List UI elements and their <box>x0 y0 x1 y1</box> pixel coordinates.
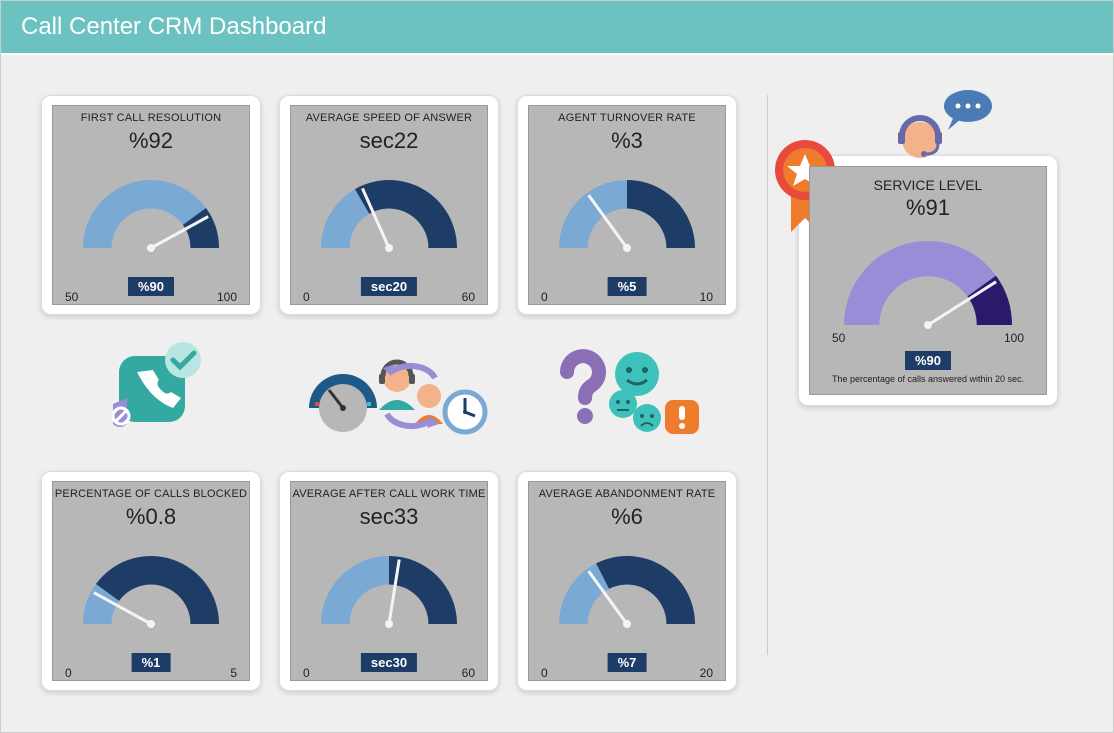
gauge-title: PERCENTAGE OF CALLS BLOCKED <box>53 488 249 500</box>
feature-gauge-arc <box>823 221 1033 331</box>
feature-title: SERVICE LEVEL <box>814 177 1042 193</box>
gauge-title: AGENT TURNOVER RATE <box>529 112 725 124</box>
gauge-arc <box>542 154 712 254</box>
gauge-max: 20 <box>700 666 713 680</box>
gauge-value: %0.8 <box>53 504 249 530</box>
gauge-arc <box>542 530 712 630</box>
feature-value: %91 <box>814 195 1042 221</box>
question-faces-alert-icon <box>517 333 737 453</box>
gauge-arc <box>66 530 236 630</box>
gauge-value: %92 <box>53 128 249 154</box>
gauge-card-abandonment-rate: AVERAGE ABANDONMENT RATE %6 0 20 %7 <box>517 471 737 691</box>
gauge-max: 5 <box>230 666 237 680</box>
gauge-min: 0 <box>303 290 310 304</box>
gauge-arc <box>304 530 474 630</box>
gauge-card-first-call-resolution: FIRST CALL RESOLUTION %92 50 100 %90 <box>41 95 261 315</box>
gauge-card-avg-speed-answer: AVERAGE SPEED OF ANSWER sec22 0 60 sec20 <box>279 95 499 315</box>
feature-card-service-level: SERVICE LEVEL %91 50 100 %90 The percent… <box>798 155 1058 406</box>
gauge-target: sec30 <box>361 653 417 672</box>
gauge-min: 0 <box>65 666 72 680</box>
gauge-min: 0 <box>541 666 548 680</box>
gauge-target: %7 <box>608 653 647 672</box>
page-title: Call Center CRM Dashboard <box>1 1 1113 53</box>
gauge-min: 0 <box>303 666 310 680</box>
phone-check-shield-icon <box>41 333 261 453</box>
gauge-max: 10 <box>700 290 713 304</box>
gauge-max: 60 <box>462 290 475 304</box>
feature-note: The percentage of calls answered within … <box>814 374 1042 384</box>
gauge-title: AVERAGE SPEED OF ANSWER <box>291 112 487 124</box>
gauge-target: %5 <box>608 277 647 296</box>
gauge-arc <box>66 154 236 254</box>
gauge-min: 0 <box>541 290 548 304</box>
agent-clock-gauge-icon <box>279 333 499 453</box>
gauge-value: %3 <box>529 128 725 154</box>
gauge-title: AVERAGE ABANDONMENT RATE <box>529 488 725 500</box>
gauge-card-after-call-work: AVERAGE AFTER CALL WORK TIME sec33 0 60 … <box>279 471 499 691</box>
gauge-max: 100 <box>217 290 237 304</box>
feature-max: 100 <box>1004 331 1024 345</box>
gauge-target: sec20 <box>361 277 417 296</box>
feature-min: 50 <box>832 331 845 345</box>
gauge-arc <box>304 154 474 254</box>
gauge-value: sec33 <box>291 504 487 530</box>
feature-target: %90 <box>905 351 951 370</box>
gauge-title: FIRST CALL RESOLUTION <box>53 112 249 124</box>
gauge-max: 60 <box>462 666 475 680</box>
gauge-value: sec22 <box>291 128 487 154</box>
gauge-target: %1 <box>132 653 171 672</box>
gauge-target: %90 <box>128 277 174 296</box>
gauge-title: AVERAGE AFTER CALL WORK TIME <box>291 488 487 500</box>
gauge-card-calls-blocked: PERCENTAGE OF CALLS BLOCKED %0.8 0 5 %1 <box>41 471 261 691</box>
gauge-value: %6 <box>529 504 725 530</box>
gauge-card-agent-turnover: AGENT TURNOVER RATE %3 0 10 %5 <box>517 95 737 315</box>
gauge-min: 50 <box>65 290 78 304</box>
